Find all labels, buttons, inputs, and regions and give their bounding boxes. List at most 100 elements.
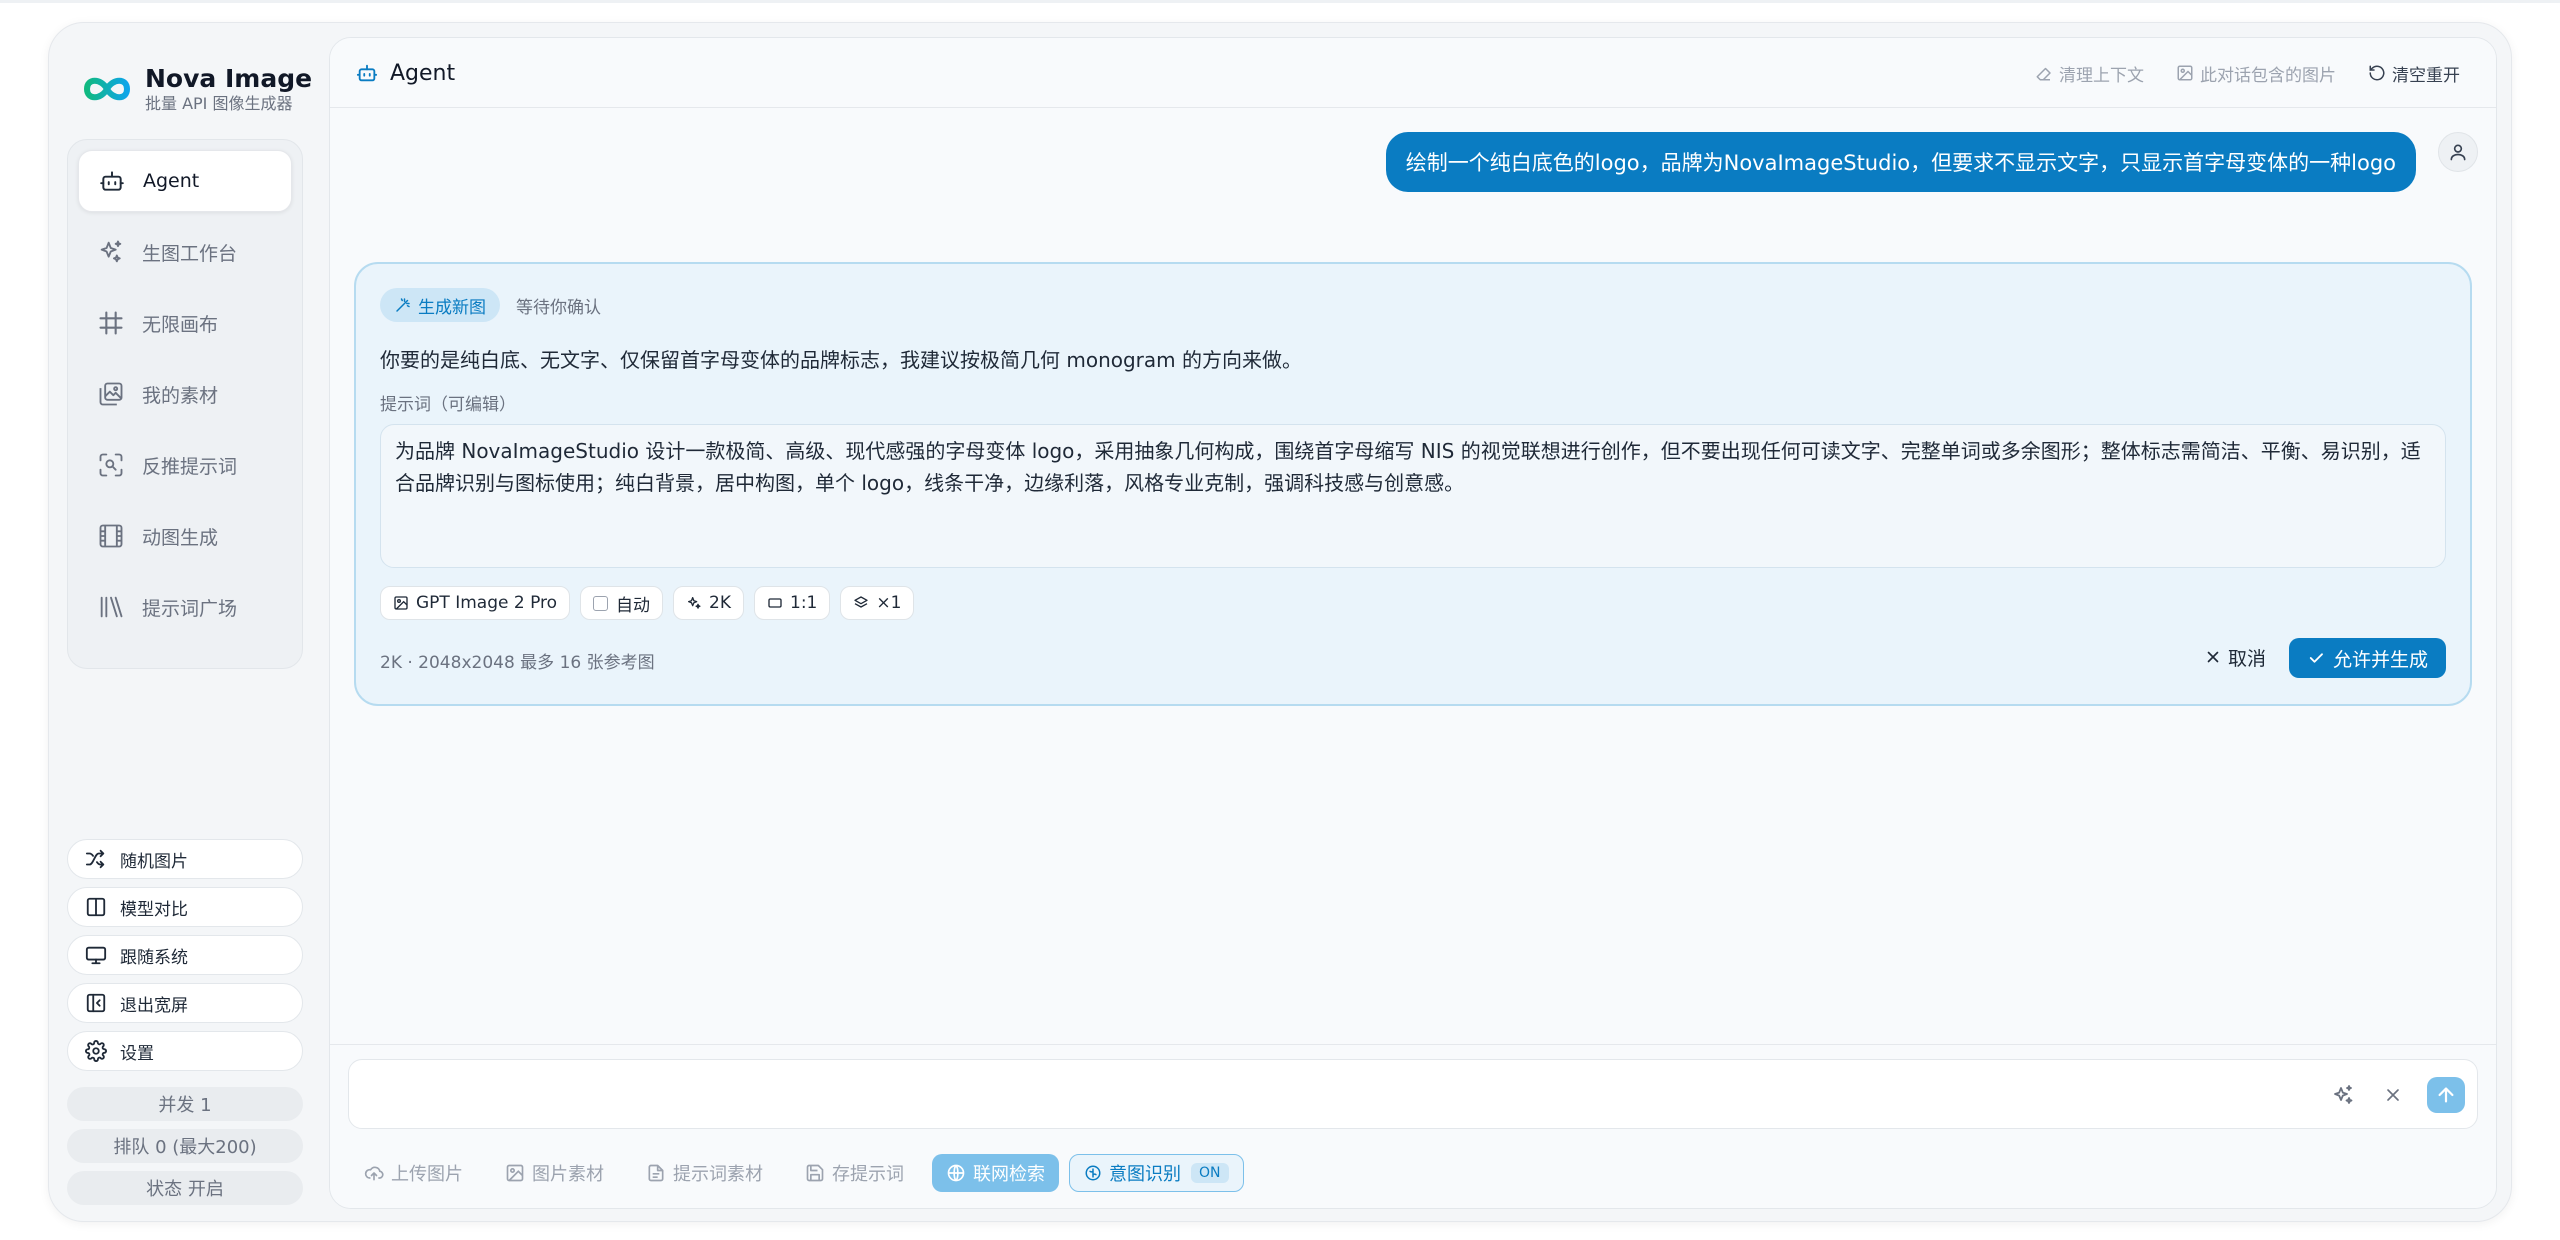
auto-toggle[interactable]: 自动 <box>580 586 664 620</box>
random-image-button[interactable]: 随机图片 <box>67 839 303 879</box>
intent-recognition-toggle[interactable]: 意图识别 ON <box>1069 1154 1244 1192</box>
upload-image-button[interactable]: 上传图片 <box>364 1160 463 1186</box>
conversation-images-label: 此对话包含的图片 <box>2200 65 2336 86</box>
aspect-ratio-label: 1:1 <box>790 593 818 613</box>
robot-icon <box>356 62 378 84</box>
image-plus-icon <box>505 1163 525 1183</box>
cancel-label: 取消 <box>2227 647 2266 670</box>
sidebar-item-label: Agent <box>143 170 200 192</box>
close-icon <box>2204 648 2222 666</box>
image-icon <box>2176 64 2194 82</box>
sidebar-item-assets[interactable]: 我的素材 <box>78 363 292 425</box>
sidebar-item-canvas[interactable]: 无限画布 <box>78 292 292 354</box>
gear-icon <box>84 1039 108 1063</box>
sidebar-item-label: 无限画布 <box>142 313 219 336</box>
brand-subtitle: 批量 API 图像生成器 <box>145 94 293 113</box>
app-window: Nova Image 批量 API 图像生成器 Agent 生图工作台 无限画布 <box>48 22 2512 1222</box>
sidebar-item-label: 反推提示词 <box>142 455 238 478</box>
main-header: Agent 清理上下文 此对话包含的图片 清空重开 <box>330 38 2496 108</box>
sparkles-icon <box>96 237 126 267</box>
sidebar-item-reverse-prompt[interactable]: 反推提示词 <box>78 434 292 496</box>
sidebar-item-agent[interactable]: Agent <box>78 150 292 212</box>
prompt-label: 提示词（可编辑） <box>380 395 516 415</box>
web-search-toggle[interactable]: 联网检索 <box>932 1154 1059 1192</box>
sidebar-item-prompt-square[interactable]: 提示词广场 <box>78 576 292 638</box>
prompt-assets-button[interactable]: 提示词素材 <box>646 1160 763 1186</box>
sparkles-icon <box>686 595 702 611</box>
magic-wand-icon <box>394 296 412 314</box>
aspect-ratio-select[interactable]: 1:1 <box>754 586 831 620</box>
prompt-editor[interactable]: 为品牌 NovaImageStudio 设计一款极简、高级、现代感强的字母变体 … <box>380 424 2446 568</box>
side-button-label: 退出宽屏 <box>120 995 188 1016</box>
sidebar-item-workbench[interactable]: 生图工作台 <box>78 221 292 283</box>
sidebar-item-label: 提示词广场 <box>142 597 238 620</box>
close-icon <box>2383 1085 2403 1105</box>
message-composer <box>348 1059 2478 1130</box>
refresh-icon <box>2368 64 2386 82</box>
allow-and-generate-button[interactable]: 允许并生成 <box>2288 638 2446 678</box>
upload-label: 上传图片 <box>391 1164 463 1185</box>
enhance-prompt-button[interactable] <box>2327 1079 2359 1111</box>
prompt-assets-label: 提示词素材 <box>673 1164 763 1185</box>
sidebar-nav: Agent 生图工作台 无限画布 我的素材 反推提示词 动图生成 提示词广场 <box>67 139 303 669</box>
columns-icon <box>84 895 108 919</box>
message-input[interactable] <box>369 1060 2269 1130</box>
model-select[interactable]: GPT Image 2 Pro <box>380 586 571 620</box>
side-button-label: 模型对比 <box>120 899 188 920</box>
clear-restart-button[interactable]: 清空重开 <box>2368 61 2460 86</box>
user-avatar-icon <box>2438 132 2478 172</box>
sidebar-item-animation[interactable]: 动图生成 <box>78 505 292 567</box>
file-text-icon <box>646 1163 666 1183</box>
image-assets-button[interactable]: 图片素材 <box>505 1160 604 1186</box>
eraser-icon <box>2035 64 2053 82</box>
save-prompt-button[interactable]: 存提示词 <box>805 1160 904 1186</box>
library-icon <box>96 592 126 622</box>
rectangle-icon <box>767 595 783 611</box>
resolution-label: 2K <box>709 593 732 613</box>
check-icon <box>2307 649 2325 667</box>
checkbox-icon[interactable] <box>593 595 609 611</box>
allow-label: 允许并生成 <box>2332 648 2428 671</box>
shuffle-icon <box>84 847 108 871</box>
queue-status: 排队 0 (最大200) <box>67 1129 303 1163</box>
conversation-images-button[interactable]: 此对话包含的图片 <box>2176 61 2336 86</box>
side-button-label: 设置 <box>120 1043 154 1064</box>
grid-hash-icon <box>96 308 126 338</box>
resolution-select[interactable]: 2K <box>673 586 745 620</box>
composer-area: 上传图片 图片素材 提示词素材 存提示词 联网检索 意图识别 ON <box>330 1044 2496 1208</box>
generate-new-image-tag: 生成新图 <box>380 288 500 322</box>
clear-context-label: 清理上下文 <box>2059 65 2144 86</box>
web-search-label: 联网检索 <box>973 1164 1045 1185</box>
image-icon <box>393 595 409 611</box>
generation-confirm-card: 生成新图 等待你确认 你要的是纯白底、无文字、仅保留首字母变体的品牌标志，我建议… <box>354 262 2472 706</box>
exit-widescreen-button[interactable]: 退出宽屏 <box>67 983 303 1023</box>
sidebar-item-label: 动图生成 <box>142 526 219 549</box>
count-label: ×1 <box>876 593 902 613</box>
theme-follow-system-button[interactable]: 跟随系统 <box>67 935 303 975</box>
cloud-upload-icon <box>364 1163 384 1183</box>
model-compare-button[interactable]: 模型对比 <box>67 887 303 927</box>
clear-restart-label: 清空重开 <box>2392 65 2460 86</box>
save-prompt-label: 存提示词 <box>832 1164 904 1185</box>
assistant-description: 你要的是纯白底、无文字、仅保留首字母变体的品牌标志，我建议按极简几何 monog… <box>380 348 1303 372</box>
send-button[interactable] <box>2427 1077 2465 1113</box>
brand-name: Nova Image <box>145 64 313 93</box>
page-title: Agent <box>356 38 455 108</box>
brain-icon <box>1084 1164 1102 1182</box>
tag-label: 生成新图 <box>418 297 486 318</box>
user-message-bubble: 绘制一个纯白底色的logo，品牌为NovaImageStudio，但要求不显示文… <box>1385 132 2416 192</box>
globe-icon <box>946 1163 966 1183</box>
side-button-label: 跟随系统 <box>120 947 188 968</box>
cancel-button[interactable]: 取消 <box>2204 638 2266 676</box>
robot-icon <box>97 166 127 196</box>
clear-context-button[interactable]: 清理上下文 <box>2035 61 2144 86</box>
concurrency-status: 并发 1 <box>67 1087 303 1121</box>
brand-logo-icon <box>81 63 133 115</box>
count-select[interactable]: ×1 <box>840 586 915 620</box>
intent-state-badge: ON <box>1191 1163 1229 1183</box>
arrow-up-icon <box>2435 1084 2457 1106</box>
image-assets-label: 图片素材 <box>532 1164 604 1185</box>
layers-icon <box>853 595 869 611</box>
settings-button[interactable]: 设置 <box>67 1031 303 1071</box>
clear-input-button[interactable] <box>2377 1079 2409 1111</box>
